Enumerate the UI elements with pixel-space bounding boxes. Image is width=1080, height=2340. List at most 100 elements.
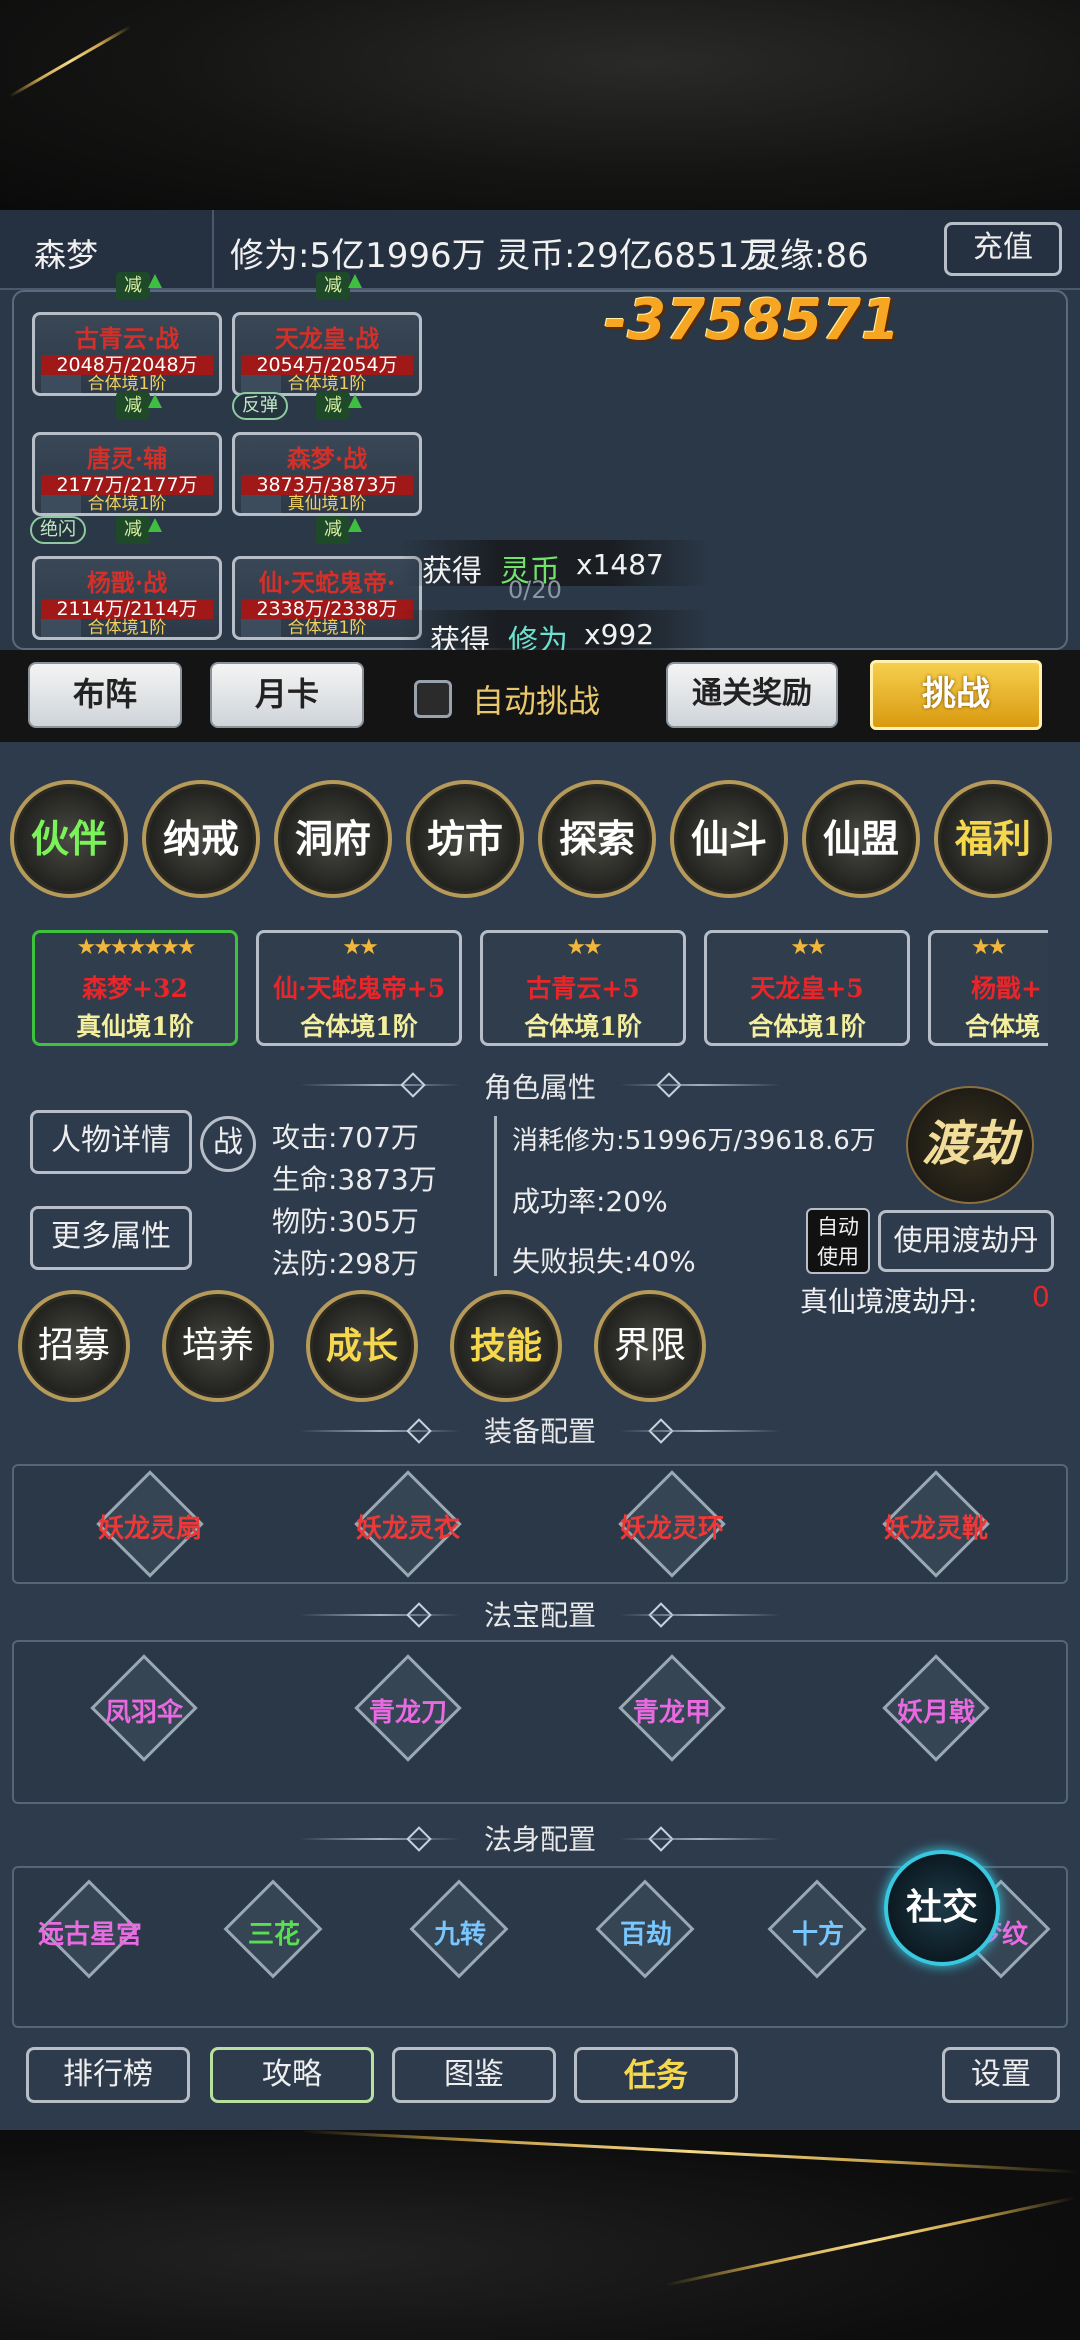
unit-name: 森梦·战 bbox=[286, 444, 368, 473]
equipment-name: 妖龙灵环 bbox=[619, 1514, 724, 1544]
menu-explore[interactable]: 探索 bbox=[538, 780, 656, 898]
unit-level: 合体境1阶 bbox=[87, 494, 167, 514]
treasure-name: 青龙刀 bbox=[368, 1698, 447, 1728]
menu-market[interactable]: 坊市 bbox=[406, 780, 524, 898]
battle-unit[interactable]: 杨戬·战 2114万/2114万 合体境1阶 bbox=[32, 556, 222, 640]
menu-cave[interactable]: 洞府 bbox=[274, 780, 392, 898]
star-rating: ★★ bbox=[342, 935, 378, 960]
divider bbox=[212, 210, 214, 290]
battle-unit[interactable]: 天龙皇·战 2054万/2054万 合体境1阶 bbox=[232, 312, 422, 396]
pill-count: 0 bbox=[1032, 1280, 1050, 1313]
divider-ornament bbox=[620, 1614, 780, 1616]
menu-ring[interactable]: 纳戒 bbox=[142, 780, 260, 898]
partner-card[interactable]: ★★★★★★★ 森梦+32 真仙境1阶 bbox=[32, 930, 238, 1046]
atlas-button[interactable]: 图鉴 bbox=[392, 2047, 556, 2103]
social-button[interactable]: 社交 bbox=[884, 1850, 1000, 1966]
equipment-title: 装备配置 bbox=[483, 1415, 596, 1448]
player-name: 森梦 bbox=[34, 236, 99, 274]
unit-name: 天龙皇·战 bbox=[274, 324, 380, 353]
partner-realm: 合体境1阶 bbox=[748, 1012, 866, 1041]
partner-name: 森梦+32 bbox=[82, 974, 188, 1003]
magic-defense-stat: 法防:298万 bbox=[272, 1247, 419, 1280]
battle-power-button[interactable]: 战 bbox=[200, 1116, 256, 1172]
rebound-tag: 反弹 bbox=[232, 392, 288, 420]
unit-hp: 2114万/2114万 bbox=[41, 599, 213, 619]
body-name: 九转 bbox=[433, 1920, 486, 1950]
menu-partner[interactable]: 伙伴 bbox=[10, 780, 128, 898]
partner-realm: 真仙境1阶 bbox=[76, 1012, 194, 1041]
wave-counter: 0/20 bbox=[508, 576, 562, 604]
cultivation-value: 修为:5亿1996万 bbox=[230, 236, 486, 276]
debuff-icon: 减 bbox=[316, 272, 362, 300]
attack-stat: 攻击:707万 bbox=[272, 1121, 419, 1154]
divider-ornament bbox=[620, 1084, 780, 1086]
challenge-button[interactable]: 挑战 bbox=[870, 660, 1042, 730]
clear-reward-button[interactable]: 通关奖励 bbox=[666, 662, 838, 728]
unit-level: 合体境1阶 bbox=[87, 618, 167, 638]
skill-button[interactable]: 技能 bbox=[450, 1290, 562, 1402]
month-card-button[interactable]: 月卡 bbox=[210, 662, 364, 728]
treasure-name: 青龙甲 bbox=[632, 1698, 711, 1728]
body-name: 三花 bbox=[247, 1920, 300, 1950]
equipment-name: 妖龙灵靴 bbox=[883, 1514, 988, 1544]
train-button[interactable]: 培养 bbox=[162, 1290, 274, 1402]
unit-level: 合体境1阶 bbox=[287, 374, 367, 394]
battle-unit[interactable]: 古青云·战 2048万/2048万 合体境1阶 bbox=[32, 312, 222, 396]
star-rating: ★★ bbox=[971, 935, 1007, 960]
menu-alliance[interactable]: 仙盟 bbox=[802, 780, 920, 898]
use-pill-button[interactable]: 使用渡劫丹 bbox=[878, 1210, 1054, 1272]
unit-name: 唐灵·辅 bbox=[86, 444, 168, 473]
limit-button[interactable]: 界限 bbox=[594, 1290, 706, 1402]
battle-unit[interactable]: 森梦·战 3873万/3873万 真仙境1阶 bbox=[232, 432, 422, 516]
guide-button[interactable]: 攻略 bbox=[210, 2047, 374, 2103]
body-title: 法身配置 bbox=[483, 1823, 596, 1856]
treasure-name: 妖月戟 bbox=[896, 1698, 975, 1728]
partner-card[interactable]: ★★ 仙·天蛇鬼帝+5 合体境1阶 bbox=[256, 930, 462, 1046]
dodge-tag: 绝闪 bbox=[30, 516, 86, 544]
divider-ornament bbox=[300, 1614, 460, 1616]
battle-unit[interactable]: 仙·天蛇鬼帝· 2338万/2338万 合体境1阶 bbox=[232, 556, 422, 640]
unit-hp: 3873万/3873万 bbox=[241, 475, 413, 495]
character-detail-button[interactable]: 人物详情 bbox=[30, 1110, 192, 1174]
growth-button[interactable]: 成长 bbox=[306, 1290, 418, 1402]
auto-challenge-checkbox[interactable] bbox=[414, 680, 452, 718]
unit-level: 合体境1阶 bbox=[87, 374, 167, 394]
recruit-button[interactable]: 招募 bbox=[18, 1290, 130, 1402]
unit-hp: 2048万/2048万 bbox=[41, 355, 213, 375]
formation-button[interactable]: 布阵 bbox=[28, 662, 182, 728]
star-rating: ★★★★★★★ bbox=[76, 935, 196, 960]
debuff-icon: 减 bbox=[116, 392, 162, 420]
partner-card[interactable]: ★★ 杨戬+ 合体境 bbox=[928, 930, 1048, 1046]
tribulation-button[interactable]: 渡劫 bbox=[906, 1086, 1034, 1204]
physical-defense-stat: 物防:305万 bbox=[272, 1205, 419, 1238]
partner-realm: 合体境1阶 bbox=[524, 1012, 642, 1041]
auto-use-button[interactable]: 自动使用 bbox=[806, 1208, 870, 1274]
settings-button[interactable]: 设置 bbox=[942, 2047, 1060, 2103]
battle-unit[interactable]: 唐灵·辅 2177万/2177万 合体境1阶 bbox=[32, 432, 222, 516]
partner-card[interactable]: ★★ 古青云+5 合体境1阶 bbox=[480, 930, 686, 1046]
partner-name: 杨戬+ bbox=[971, 974, 1042, 1003]
divider-ornament bbox=[620, 1430, 780, 1432]
cost-stat: 消耗修为:51996万/39618.6万 bbox=[512, 1126, 876, 1156]
more-attributes-button[interactable]: 更多属性 bbox=[30, 1206, 192, 1270]
divider-ornament bbox=[300, 1084, 460, 1086]
partner-card[interactable]: ★★ 天龙皇+5 合体境1阶 bbox=[704, 930, 910, 1046]
menu-welfare[interactable]: 福利 bbox=[934, 780, 1052, 898]
menu-duel[interactable]: 仙斗 bbox=[670, 780, 788, 898]
unit-name: 仙·天蛇鬼帝· bbox=[258, 568, 396, 597]
hp-stat: 生命:3873万 bbox=[272, 1163, 437, 1196]
recharge-button[interactable]: 充值 bbox=[944, 222, 1062, 276]
partner-realm: 合体境1阶 bbox=[300, 1012, 418, 1041]
pill-label: 真仙境渡劫丹: bbox=[800, 1285, 978, 1318]
task-button[interactable]: 任务 bbox=[574, 2047, 738, 2103]
unit-level: 合体境1阶 bbox=[287, 618, 367, 638]
body-name: 远古星宫 bbox=[37, 1920, 142, 1950]
attributes-title: 角色属性 bbox=[483, 1071, 596, 1104]
fate-value: 灵缘:86 bbox=[746, 236, 869, 276]
divider-ornament bbox=[300, 1430, 460, 1432]
body-name: 百劫 bbox=[619, 1920, 672, 1950]
equipment-name: 妖龙灵扇 bbox=[97, 1514, 202, 1544]
unit-level: 真仙境1阶 bbox=[287, 494, 367, 514]
leaderboard-button[interactable]: 排行榜 bbox=[26, 2047, 190, 2103]
unit-name: 古青云·战 bbox=[74, 324, 180, 353]
